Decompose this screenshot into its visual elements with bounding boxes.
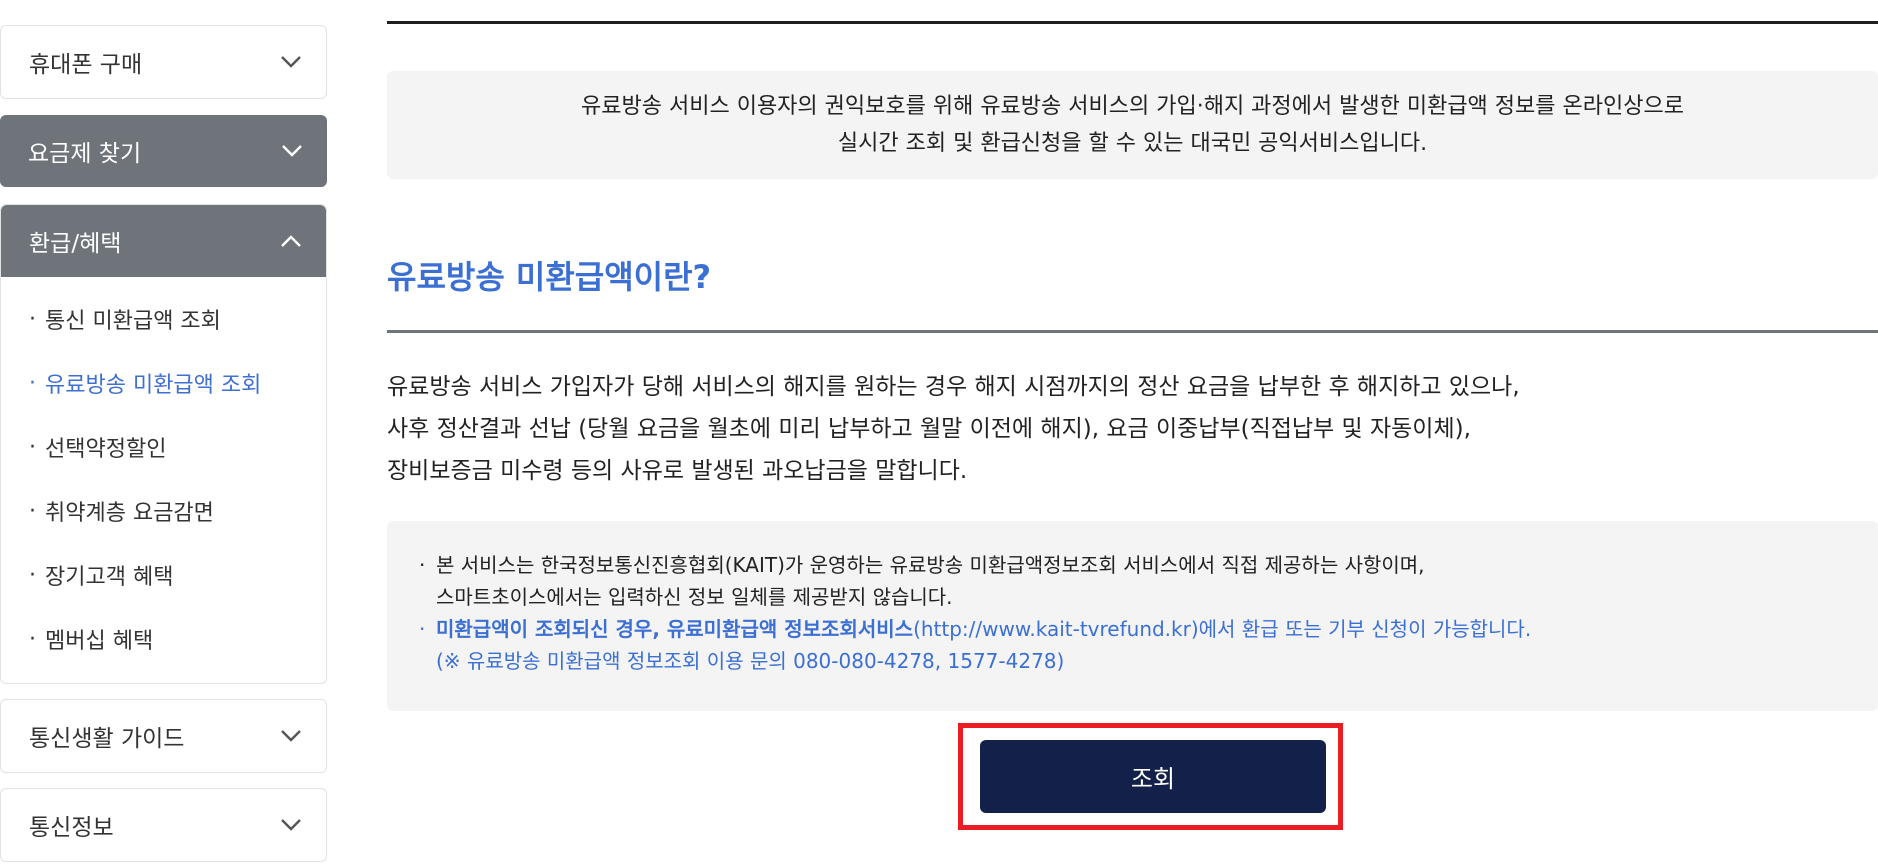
chevron-down-icon [280, 51, 302, 73]
description-line-2: 사후 정산결과 선납 (당월 요금을 월초에 미리 납부하고 월말 이전에 해지… [387, 416, 1471, 442]
bullet: · [29, 306, 36, 332]
menu-header[interactable]: 요금제 찾기 [0, 115, 327, 187]
submenu-label: 통신 미환급액 조회 [45, 309, 221, 334]
menu-phone-purchase[interactable]: 휴대폰 구매 [0, 25, 327, 99]
submenu-label: 멤버십 혜택 [45, 629, 154, 654]
notice-item: · 미환급액이 조회되신 경우, 유료미환급액 정보조회서비스(http://w… [419, 613, 1878, 645]
top-divider [387, 21, 1878, 24]
menu-header[interactable]: 휴대폰 구매 [1, 26, 326, 98]
chevron-down-icon [281, 140, 303, 162]
intro-line-2: 실시간 조회 및 환급신청을 할 수 있는 대국민 공익서비스입니다. [837, 131, 1428, 156]
bullet: · [419, 553, 426, 577]
submenu-paytv-refund[interactable]: · 유료방송 미환급액 조회 [1, 351, 326, 415]
menu-header[interactable]: 통신정보 [1, 789, 326, 861]
description: 유료방송 서비스 가입자가 당해 서비스의 해지를 원하는 경우 해지 시점까지… [387, 366, 1878, 492]
chevron-up-icon [280, 230, 302, 252]
submenu-longterm-benefit[interactable]: · 장기고객 혜택 [1, 543, 326, 607]
submenu-contract-discount[interactable]: · 선택약정할인 [1, 415, 326, 479]
menu-refund-benefits: 환급/혜택 · 통신 미환급액 조회 · 유료방송 미환급액 조회 · 선택약정… [0, 204, 327, 684]
bullet: · [419, 617, 426, 641]
submenu-label: 선택약정할인 [45, 437, 167, 462]
submenu-vulnerable-discount[interactable]: · 취약계층 요금감면 [1, 479, 326, 543]
notice-box: · 본 서비스는 한국정보통신진흥협회(KAIT)가 운영하는 유료방송 미환급… [387, 521, 1878, 711]
menu-label: 환급/혜택 [29, 231, 122, 257]
title-divider [387, 330, 1878, 333]
search-button[interactable]: 조회 [980, 740, 1326, 813]
menu-label: 통신정보 [29, 815, 114, 841]
chevron-down-icon [280, 725, 302, 747]
notice-text: 본 서비스는 한국정보통신진흥협회(KAIT)가 운영하는 유료방송 미환급액정… [436, 553, 1425, 577]
notice-contact-text: (※ 유료방송 미환급액 정보조회 이용 문의 080-080-4278, 15… [436, 649, 1065, 673]
menu-header[interactable]: 환급/혜택 [1, 205, 326, 277]
intro-box: 유료방송 서비스 이용자의 권익보호를 위해 유료방송 서비스의 가입·해지 과… [387, 71, 1878, 179]
main-content: 유료방송 서비스 이용자의 권익보호를 위해 유료방송 서비스의 가입·해지 과… [387, 0, 1878, 865]
submenu-list: · 통신 미환급액 조회 · 유료방송 미환급액 조회 · 선택약정할인 · 취… [1, 277, 326, 685]
submenu-label: 유료방송 미환급액 조회 [45, 373, 262, 398]
bullet: · [29, 498, 36, 524]
submenu-label: 취약계층 요금감면 [45, 501, 214, 526]
menu-label: 휴대폰 구매 [29, 52, 143, 78]
menu-telecom-guide[interactable]: 통신생활 가이드 [0, 699, 327, 773]
submenu-label: 장기고객 혜택 [45, 565, 174, 590]
submenu-telecom-refund[interactable]: · 통신 미환급액 조회 [1, 287, 326, 351]
chevron-down-icon [280, 814, 302, 836]
menu-header[interactable]: 통신생활 가이드 [1, 700, 326, 772]
bullet: · [29, 434, 36, 460]
intro-line-1: 유료방송 서비스 이용자의 권익보호를 위해 유료방송 서비스의 가입·해지 과… [581, 94, 1684, 119]
menu-plan-finder[interactable]: 요금제 찾기 [0, 115, 327, 187]
menu-label: 통신생활 가이드 [29, 726, 185, 752]
sidebar: 휴대폰 구매 요금제 찾기 환급/혜택 · 통신 미환급액 조회 · 유료방송 … [0, 0, 330, 865]
section-title: 유료방송 미환급액이란? [387, 258, 712, 296]
description-line-3: 장비보증금 미수령 등의 사유로 발생된 과오납금을 말합니다. [387, 458, 968, 484]
bullet: · [29, 562, 36, 588]
notice-text: 스마트초이스에서는 입력하신 정보 일체를 제공받지 않습니다. [436, 585, 953, 609]
bullet: · [29, 370, 36, 396]
refund-site-link[interactable]: (http://www.kait-tvrefund.kr)에서 환급 또는 기부… [913, 617, 1531, 641]
notice-item: · 본 서비스는 한국정보통신진흥협회(KAIT)가 운영하는 유료방송 미환급… [419, 549, 1878, 581]
description-line-1: 유료방송 서비스 가입자가 당해 서비스의 해지를 원하는 경우 해지 시점까지… [387, 374, 1520, 400]
menu-telecom-info[interactable]: 통신정보 [0, 788, 327, 862]
menu-label: 요금제 찾기 [28, 141, 142, 167]
bullet: · [29, 626, 36, 652]
submenu-membership-benefit[interactable]: · 멤버십 혜택 [1, 607, 326, 671]
notice-bold-text: 미환급액이 조회되신 경우, 유료미환급액 정보조회서비스 [436, 617, 914, 641]
